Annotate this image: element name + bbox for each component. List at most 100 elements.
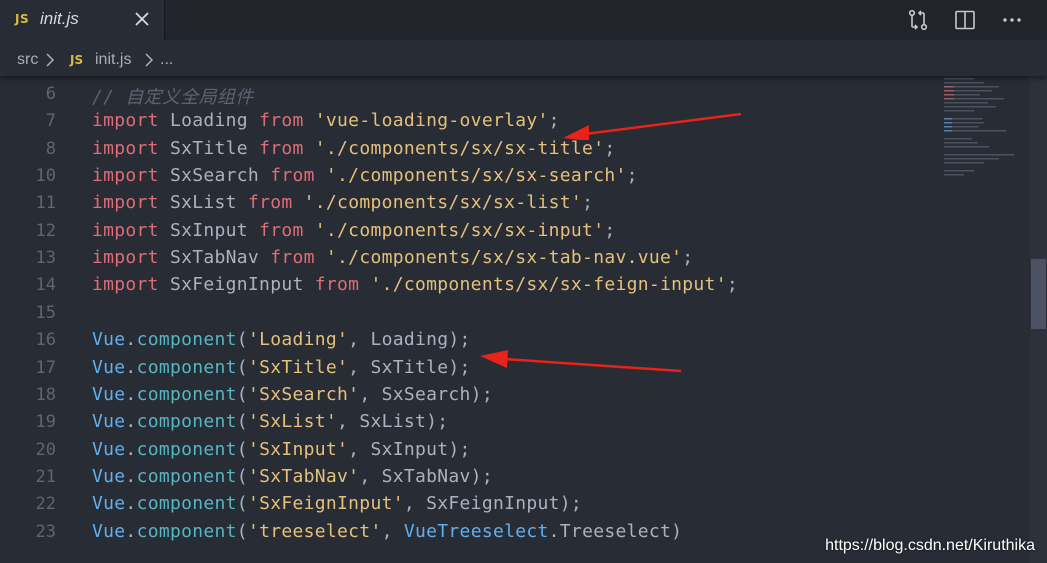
line-number: 7 bbox=[45, 111, 56, 132]
code-line[interactable]: Vue.component('SxFeignInput', SxFeignInp… bbox=[92, 493, 582, 514]
code-line[interactable]: Vue.component('Loading', Loading); bbox=[92, 329, 471, 350]
chevron-right-icon bbox=[145, 53, 154, 67]
code-token: Vue bbox=[92, 356, 126, 378]
code-token: , SxTabNav); bbox=[359, 465, 493, 487]
code-line[interactable]: import SxInput from './components/sx/sx-… bbox=[92, 220, 615, 241]
tab-init-js[interactable]: JS init.js bbox=[0, 0, 165, 40]
code-token: component bbox=[136, 493, 237, 515]
code-token: ; bbox=[582, 192, 594, 214]
code-token: component bbox=[136, 356, 237, 378]
code-token: component bbox=[136, 520, 237, 542]
code-line[interactable]: // 自定义全局组件 bbox=[92, 83, 254, 109]
code-token: ( bbox=[236, 465, 248, 487]
code-token: . bbox=[125, 329, 137, 351]
code-token: Vue bbox=[92, 329, 126, 351]
breadcrumb-folder[interactable]: src bbox=[17, 51, 38, 69]
scrollbar-thumb[interactable] bbox=[1031, 259, 1046, 329]
line-number: 21 bbox=[35, 466, 56, 487]
vertical-scrollbar[interactable] bbox=[1030, 76, 1047, 563]
code-token: './components/sx/sx-input' bbox=[314, 219, 605, 241]
code-line[interactable]: import SxSearch from './components/sx/sx… bbox=[92, 165, 638, 186]
code-token: . bbox=[125, 411, 137, 433]
code-token: ( bbox=[236, 493, 248, 515]
code-token: component bbox=[136, 411, 237, 433]
code-line[interactable]: Vue.component('treeselect', VueTreeselec… bbox=[92, 521, 682, 542]
code-token: from bbox=[270, 165, 315, 187]
code-token: import bbox=[92, 110, 159, 132]
line-number: 20 bbox=[35, 439, 56, 460]
code-line[interactable]: import SxFeignInput from './components/s… bbox=[92, 274, 738, 295]
code-token: './components/sx/sx-title' bbox=[314, 137, 605, 159]
code-token: import bbox=[92, 247, 159, 269]
code-line[interactable]: import SxTabNav from './components/sx/sx… bbox=[92, 247, 693, 268]
code-line[interactable]: Vue.component('SxSearch', SxSearch); bbox=[92, 384, 493, 405]
code-token: . bbox=[125, 520, 137, 542]
code-token: ; bbox=[604, 137, 616, 159]
code-token: from bbox=[259, 110, 304, 132]
code-token: ; bbox=[604, 219, 616, 241]
code-token: from bbox=[247, 192, 293, 214]
code-line[interactable]: Vue.component('SxList', SxList); bbox=[92, 411, 448, 432]
code-token: , SxInput); bbox=[348, 438, 471, 460]
line-number: 18 bbox=[35, 384, 56, 405]
code-line[interactable]: import SxTitle from './components/sx/sx-… bbox=[92, 138, 615, 159]
code-token: 'SxSearch' bbox=[247, 383, 360, 405]
line-number: 16 bbox=[35, 330, 56, 351]
code-token: Vue bbox=[92, 438, 126, 460]
code-token: 'SxList' bbox=[247, 411, 338, 433]
javascript-file-icon: JS bbox=[15, 12, 30, 26]
line-number: 14 bbox=[35, 275, 56, 296]
line-number: 8 bbox=[45, 138, 56, 159]
code-token: component bbox=[136, 438, 237, 460]
code-token: './components/sx/sx-search' bbox=[325, 165, 627, 187]
breadcrumb-more[interactable]: ... bbox=[160, 51, 173, 69]
tab-title: init.js bbox=[40, 9, 79, 28]
code-editor[interactable]: 6 // 自定义全局组件 7 import Loading from 'vue-loa… bbox=[0, 76, 1047, 563]
code-token: './components/sx/sx-tab-nav.vue' bbox=[325, 247, 683, 269]
breadcrumb: src JS init.js ... bbox=[0, 40, 1047, 76]
code-token: 'SxInput' bbox=[247, 438, 349, 460]
code-token: 'vue-loading-overlay' bbox=[314, 110, 549, 132]
code-line[interactable]: import SxList from './components/sx/sx-l… bbox=[92, 192, 593, 213]
code-line[interactable]: Vue.component('SxTitle', SxTitle); bbox=[92, 357, 471, 378]
code-token: SxTabNav bbox=[158, 247, 271, 269]
code-token: ( bbox=[236, 411, 248, 433]
line-number: 10 bbox=[35, 166, 56, 187]
code-token: from bbox=[259, 137, 304, 159]
code-line[interactable]: Vue.component('SxTabNav', SxTabNav); bbox=[92, 466, 493, 487]
line-number: 23 bbox=[35, 521, 56, 542]
code-token: ( bbox=[236, 383, 248, 405]
code-token: './components/sx/sx-list' bbox=[303, 192, 583, 214]
code-token: .Treeselect) bbox=[548, 520, 683, 542]
code-line[interactable]: Vue.component('SxInput', SxInput); bbox=[92, 439, 471, 460]
code-token: , Loading); bbox=[348, 329, 471, 351]
line-number: 17 bbox=[35, 357, 56, 378]
git-compare-icon[interactable] bbox=[906, 8, 930, 32]
code-token: ; bbox=[548, 110, 560, 132]
code-token: Vue bbox=[92, 520, 126, 542]
breadcrumb-file[interactable]: init.js bbox=[95, 51, 131, 69]
code-token: SxFeignInput bbox=[158, 274, 315, 296]
split-editor-icon[interactable] bbox=[953, 8, 977, 32]
code-token: // 自定义全局组件 bbox=[92, 87, 254, 108]
code-line[interactable]: import Loading from 'vue-loading-overlay… bbox=[92, 110, 560, 131]
code-token: , bbox=[381, 520, 404, 542]
chevron-right-icon bbox=[46, 53, 55, 67]
line-number: 6 bbox=[45, 84, 56, 104]
more-actions-icon[interactable] bbox=[1000, 8, 1024, 32]
code-token: . bbox=[125, 438, 137, 460]
code-token: ; bbox=[682, 247, 694, 269]
code-token: import bbox=[92, 219, 159, 241]
code-token: ; bbox=[726, 274, 738, 296]
close-icon[interactable] bbox=[132, 9, 152, 29]
code-token: SxInput bbox=[158, 219, 260, 241]
code-token: component bbox=[136, 383, 237, 405]
minimap[interactable] bbox=[940, 76, 1030, 186]
code-token: from bbox=[270, 247, 315, 269]
code-token: Loading bbox=[158, 110, 260, 132]
code-token: import bbox=[92, 192, 159, 214]
code-token: Vue bbox=[92, 383, 126, 405]
